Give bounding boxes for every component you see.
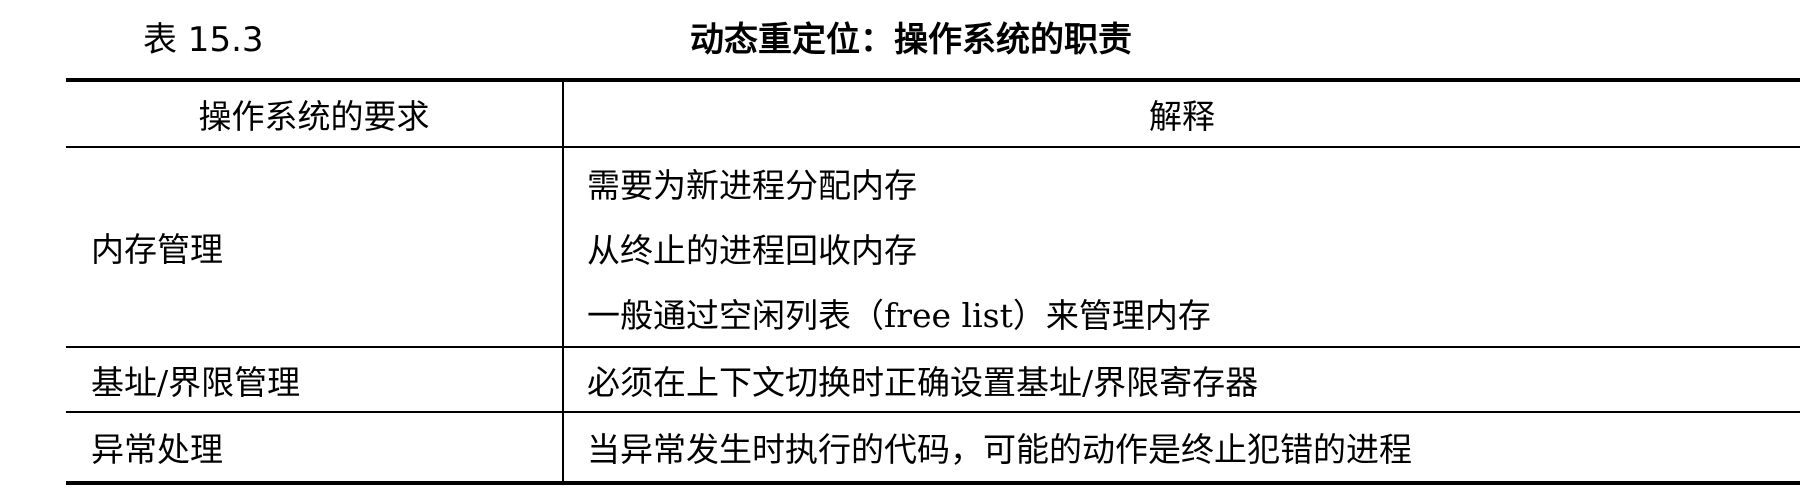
table-title: 动态重定位：操作系统的职责 [690, 20, 1132, 60]
row-requirement-memory-management: 内存管理 [91, 230, 223, 269]
explanation-line: 从终止的进程回收内存 [587, 230, 917, 270]
explanation-line: 一般通过空闲列表（free list）来管理内存 [587, 295, 1211, 335]
column-header-requirement: 操作系统的要求 [198, 97, 430, 136]
table-caption: 表 15.3 动态重定位：操作系统的职责 [0, 0, 1817, 78]
column-header-explanation: 解释 [1149, 97, 1215, 136]
responsibilities-table: 操作系统的要求 解释 内存管理 需要为新进程分配内存 从终止的进程回收内存 一般… [66, 78, 1800, 485]
row-requirement-base-bounds: 基址/界限管理 [91, 362, 301, 402]
header-rule [66, 146, 1800, 148]
bottom-rule [66, 481, 1800, 485]
table-number: 表 15.3 [143, 20, 264, 60]
row-explanation-exception-handling: 当异常发生时执行的代码，可能的动作是终止犯错的进程 [587, 430, 1412, 469]
row-requirement-exception-handling: 异常处理 [91, 430, 223, 469]
row-explanation-memory-management: 需要为新进程分配内存 从终止的进程回收内存 一般通过空闲列表（free list… [587, 150, 1211, 345]
explanation-line: 需要为新进程分配内存 [587, 165, 917, 205]
row-explanation-base-bounds: 必须在上下文切换时正确设置基址/界限寄存器 [587, 362, 1259, 402]
